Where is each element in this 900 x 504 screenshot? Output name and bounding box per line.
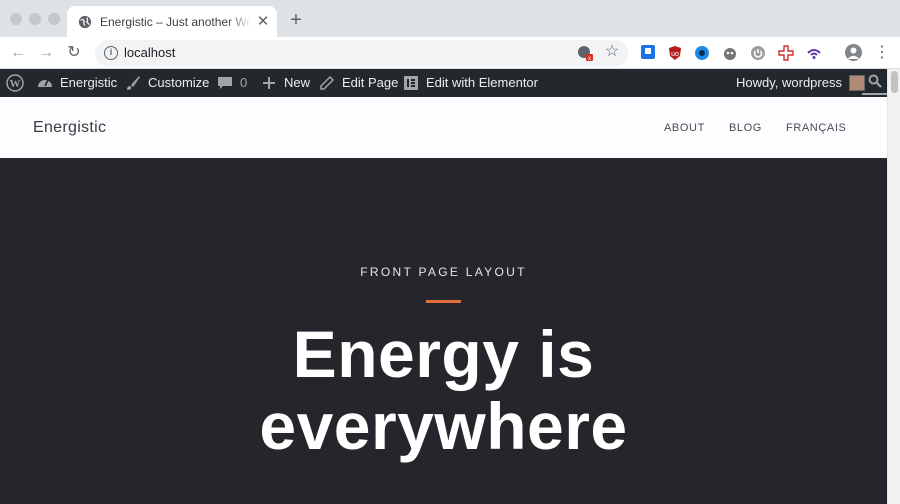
ublock-icon[interactable]: uo: [667, 45, 683, 61]
new-tab-button[interactable]: +: [286, 10, 306, 30]
back-arrow-icon[interactable]: ←: [8, 43, 28, 63]
bookmark-star-icon[interactable]: ☆: [603, 43, 621, 61]
wp-logo-button[interactable]: W: [6, 69, 24, 97]
adminbar-site-name-label: Energistic: [60, 75, 118, 90]
site-title[interactable]: Energistic: [33, 118, 106, 138]
comment-bubble-icon: [218, 77, 232, 89]
adminbar-edit-with-elementor[interactable]: Edit with Elementor: [403, 69, 538, 97]
extension-tabs-icon[interactable]: [640, 44, 656, 60]
svg-text:W: W: [10, 78, 21, 90]
nav-item-francais[interactable]: FRANÇAIS: [786, 121, 846, 135]
translate-icon[interactable]: x: [577, 45, 593, 61]
forward-arrow-icon[interactable]: →: [36, 43, 56, 63]
globe-icon: [78, 15, 92, 29]
nav-item-blog[interactable]: BLOG: [729, 121, 762, 135]
url-text[interactable]: localhost: [124, 45, 175, 61]
adminbar-search[interactable]: [862, 69, 887, 95]
adminbar-customize[interactable]: Customize: [125, 69, 209, 97]
robot-extension-icon[interactable]: [722, 45, 738, 61]
eye-extension-icon[interactable]: [694, 45, 710, 61]
reload-icon[interactable]: ↻: [64, 43, 84, 63]
adminbar-comments[interactable]: 0: [217, 69, 247, 97]
hero-heading-line-1: Energy is: [292, 317, 595, 391]
wifi-extension-icon[interactable]: [806, 45, 822, 61]
adminbar-edit-page[interactable]: Edit Page: [319, 69, 398, 97]
power-icon[interactable]: [750, 45, 766, 61]
browser-menu-icon[interactable]: ⋮: [874, 44, 890, 62]
hero-heading: Energy is everywhere: [0, 318, 887, 462]
page-viewport: W Energistic Customize 0 New Edit Page E…: [0, 69, 900, 504]
profile-avatar-icon[interactable]: [845, 44, 862, 61]
site-info-icon[interactable]: i: [104, 46, 118, 60]
close-tab-icon[interactable]: ✕: [255, 14, 271, 30]
adminbar-edit-page-label: Edit Page: [342, 75, 399, 90]
browser-toolbar: ← → ↻ i localhost x ☆ 9+ uo: [0, 37, 900, 103]
adminbar-site-name[interactable]: Energistic: [37, 69, 117, 97]
browser-tab-active[interactable]: Energistic – Just another WordPress site…: [67, 6, 277, 37]
pencil-icon: [320, 75, 335, 90]
adminbar-my-account[interactable]: Howdy, wordpress: [736, 69, 865, 97]
adminbar-customize-label: Customize: [148, 75, 210, 90]
address-bar[interactable]: i localhost x ☆: [95, 40, 628, 66]
close-window-button[interactable]: [10, 13, 22, 25]
hero-section: FRONT PAGE LAYOUT Energy is everywhere: [0, 158, 887, 504]
adminbar-edit-with-elementor-label: Edit with Elementor: [426, 75, 538, 90]
page-scrollbar[interactable]: [887, 69, 900, 504]
site-header: Energistic ABOUT BLOG FRANÇAIS: [0, 97, 887, 158]
svg-text:x: x: [588, 56, 591, 61]
dashboard-gauge-icon: [38, 79, 52, 87]
adminbar-howdy-label: Howdy, wordpress: [736, 75, 842, 90]
adminbar-new[interactable]: New: [261, 69, 310, 97]
scrollbar-thumb[interactable]: [891, 71, 898, 93]
plus-icon: [263, 77, 275, 89]
search-icon: [868, 74, 882, 88]
hero-accent-rule: [426, 300, 461, 303]
red-cross-extension-icon[interactable]: [778, 45, 794, 61]
hero-eyebrow: FRONT PAGE LAYOUT: [360, 265, 527, 279]
maximize-window-button[interactable]: [48, 13, 60, 25]
browser-tab-strip: Energistic – Just another WordPress site…: [0, 0, 900, 37]
minimize-window-button[interactable]: [29, 13, 41, 25]
elementor-icon: [404, 76, 418, 90]
hero-heading-line-2: everywhere: [259, 389, 628, 463]
tab-title-fade: [227, 12, 251, 30]
wp-admin-bar: W Energistic Customize 0 New Edit Page E…: [0, 69, 887, 97]
adminbar-comments-count: 0: [240, 75, 248, 90]
nav-item-about[interactable]: ABOUT: [664, 121, 705, 135]
svg-text:uo: uo: [671, 51, 679, 58]
wordpress-logo-icon: W: [6, 74, 24, 92]
adminbar-new-label: New: [284, 75, 311, 90]
brush-icon: [127, 76, 140, 90]
